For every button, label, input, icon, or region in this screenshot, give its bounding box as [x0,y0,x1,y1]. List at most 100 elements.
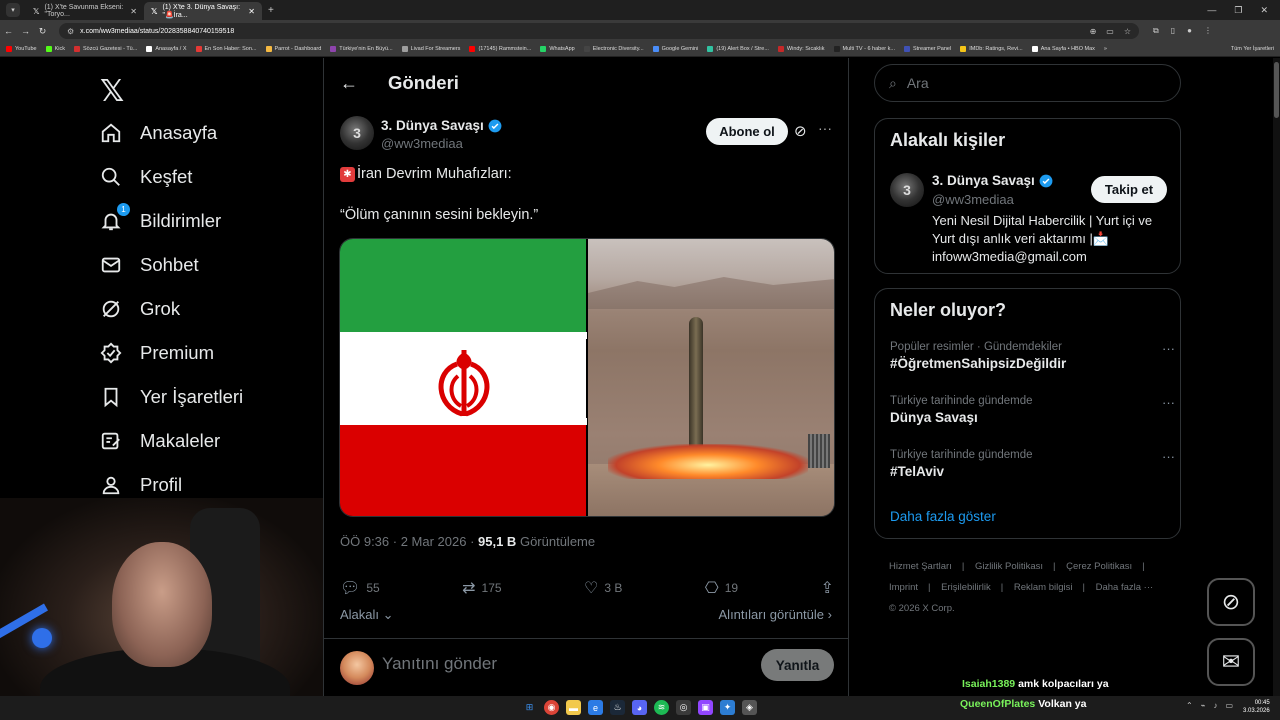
minimize-icon[interactable]: — [1207,5,1216,16]
bookmark-item[interactable]: Kick [45,46,65,52]
bookmark-item[interactable]: Electronic Diversity... [583,46,644,52]
bookmark-item[interactable]: En Son Haber: Son... [195,46,257,52]
bookmark-action[interactable]: ⎔ 19 [705,578,738,598]
author-avatar[interactable]: 3 [340,116,374,150]
trend-item[interactable]: Türkiye tarihinde gündemde Dünya Savaşı … [890,395,1175,425]
related-person-name[interactable]: 3. Dünya Savaşı [932,173,1053,188]
volume-icon[interactable]: ♪ [1214,701,1218,710]
nav-item-search[interactable]: Keşfet [100,166,192,188]
subscribe-button[interactable]: Abone ol [706,118,788,145]
spotify-icon[interactable]: ≋ [654,700,669,715]
author-handle[interactable]: @ww3mediaa [381,136,463,151]
profile-icon[interactable]: ● [1187,26,1192,36]
bookmark-item[interactable]: (19) Alert Box / Stre... [707,46,769,52]
nav-item-mail[interactable]: Sohbet [100,254,199,276]
missile-launch-image[interactable] [587,239,834,516]
view-quotes-link[interactable]: Alıntıları görüntüle › [719,607,832,622]
app-icon[interactable]: ✦ [720,700,735,715]
close-tab-icon[interactable]: ✕ [248,7,255,16]
nav-item-profile[interactable]: Profil [100,474,182,496]
nav-item-bookmark[interactable]: Yer İşaretleri [100,386,243,408]
bookmark-item[interactable]: Anasayfa / X [146,46,187,52]
footer-link[interactable]: Imprint [889,582,918,593]
bookmark-item[interactable]: Windy: Sıcaklık [777,46,825,52]
follow-button[interactable]: Takip et [1091,176,1167,203]
zoom-icon[interactable]: ⊕ [1090,27,1097,36]
network-icon[interactable]: ⌁ [1201,701,1206,710]
iran-flag-image[interactable] [340,239,587,516]
bookmark-item[interactable]: Google Gemini [652,46,698,52]
battery-icon[interactable]: ▭ [1226,701,1234,710]
messages-fab-icon[interactable]: ✉ [1207,638,1255,686]
nav-item-article[interactable]: Makaleler [100,430,220,452]
back-icon[interactable]: ← [0,26,17,36]
bookmark-item[interactable]: Multi TV - 6 haber k... [833,46,895,52]
all-bookmarks-folder[interactable]: Tüm Yer İşaretleri [1231,46,1280,52]
footer-link[interactable]: Gizlilik Politikası [975,561,1043,572]
page-scrollbar[interactable] [1273,58,1280,696]
related-person-handle[interactable]: @ww3mediaa [932,192,1014,207]
bookmark-item[interactable]: Ana Sayfa • HBO Max [1031,46,1095,52]
bookmark-item[interactable]: Livad For Streamers [401,46,460,52]
extensions-icon[interactable]: ⧉ [1153,26,1159,36]
sidebar-icon[interactable]: ▯ [1171,26,1175,36]
browser-menu-icon[interactable]: ⋮ [1204,26,1212,36]
like-action[interactable]: ♡ 3 B [584,578,622,598]
app-icon[interactable]: ◈ [742,700,757,715]
bookmark-item[interactable]: YouTube [6,46,37,52]
nav-item-bell[interactable]: 1 Bildirimler [100,203,221,232]
more-options-icon[interactable]: ··· [1162,449,1175,464]
reply-action[interactable]: 💬︎ 55 [340,578,380,598]
footer-link[interactable]: Çerez Politikası [1066,561,1132,572]
reply-button[interactable]: Yanıtla [761,649,834,681]
back-arrow-icon[interactable]: ← [340,73,358,94]
forward-icon[interactable]: → [17,26,34,36]
chrome-icon[interactable]: ◉ [544,700,559,715]
close-tab-icon[interactable]: ✕ [130,7,137,16]
close-window-icon[interactable]: ✕ [1260,5,1268,16]
star-icon[interactable]: ☆ [1124,27,1131,36]
browser-tab-2[interactable]: 𝕏 (1) X'te 3. Dünya Savaşı: "🚨İra... ✕ [144,2,262,20]
related-dropdown[interactable]: Alakalı ⌄ [340,607,394,623]
nav-item-grok[interactable]: Grok [100,298,180,320]
more-options-icon[interactable]: ··· [1162,341,1175,356]
footer-link[interactable]: Erişilebilirlik [941,582,991,593]
share-action[interactable]: ⇪ [821,578,834,598]
scrollbar-thumb[interactable] [1274,62,1279,118]
footer-link[interactable]: Hizmet Şartları [889,561,952,572]
url-field[interactable]: ⚙ x.com/ww3mediaa/status/202835884074015… [59,23,1139,39]
grok-icon[interactable]: ⊘ [794,122,807,140]
bookmark-item[interactable]: IMDb: Ratings, Revi... [960,46,1023,52]
bookmark-item[interactable]: Türkiye'nin En Büyü... [330,46,393,52]
tab-search-icon[interactable]: ▾ [6,3,20,17]
search-input[interactable]: ⌕ Ara [874,64,1181,102]
bookmark-item[interactable]: (17145) Rammstein... [469,46,531,52]
reload-icon[interactable]: ↻ [34,26,51,37]
footer-link[interactable]: Reklam bilgisi [1014,582,1073,593]
edge-icon[interactable]: e [588,700,603,715]
bookmark-item[interactable]: Streamer Panel [903,46,951,52]
bookmark-item[interactable]: Parrot - Dashboard [265,46,321,52]
author-name[interactable]: 3. Dünya Savaşı [381,118,502,133]
maximize-icon[interactable]: ❐ [1234,5,1242,16]
repost-action[interactable]: ⇄ 175 [462,578,501,598]
footer-link[interactable]: Daha fazla ··· [1096,582,1154,593]
trend-item[interactable]: Popüler resimler · Gündemdekiler #Öğretm… [890,341,1175,371]
taskbar-clock[interactable]: 00:45 3.03.2026 [1243,699,1270,715]
trend-item[interactable]: Türkiye tarihinde gündemde #TelAviv ··· [890,449,1175,479]
twitch-icon[interactable]: ▣ [698,700,713,715]
tweet-timestamp[interactable]: ÖÖ 9:36 · 2 Mar 2026 · [340,534,478,549]
show-more-link[interactable]: Daha fazla göster [890,509,996,524]
windows-start-icon[interactable]: ⊞ [522,700,537,715]
grok-fab-icon[interactable]: ⊘ [1207,578,1255,626]
more-options-icon[interactable]: ··· [818,120,832,136]
reply-input[interactable]: Yanıtını gönder [382,654,497,674]
file-explorer-icon[interactable]: ▬ [566,700,581,715]
more-options-icon[interactable]: ··· [1162,395,1175,410]
related-person-avatar[interactable]: 3 [890,173,924,207]
new-tab-button[interactable]: + [262,5,280,16]
browser-tab-1[interactable]: 𝕏 (1) X'te Savunma Ekseni: "Toryo... ✕ [26,2,144,20]
discord-icon[interactable]: ◕ [632,700,647,715]
site-info-icon[interactable]: ⚙ [67,27,74,36]
bookmark-item[interactable]: Sözcü Gazetesi - Tü... [74,46,137,52]
